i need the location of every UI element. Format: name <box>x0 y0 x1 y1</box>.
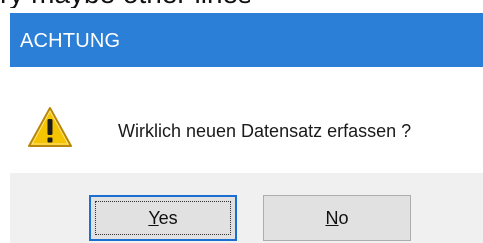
yes-accelerator: Y <box>148 208 159 228</box>
warning-icon <box>28 107 72 147</box>
dialog-title: ACHTUNG <box>20 30 121 52</box>
dialog-body: Wirklich neuen Datensatz erfassen ? <box>10 67 483 173</box>
dialog-button-bar: Yes No <box>10 173 483 243</box>
clipped-background-text: ry maybe other lines <box>0 0 250 8</box>
yes-button-label: Yes <box>148 208 177 228</box>
no-label-rest: o <box>338 208 349 228</box>
clipped-text: ry maybe other lines <box>0 0 250 8</box>
dialog-titlebar[interactable]: ACHTUNG <box>10 13 483 67</box>
screenshot-canvas: ry maybe other lines ACHTUNG Wirklich ne… <box>0 0 483 243</box>
yes-label-rest: es <box>158 208 178 228</box>
message-dialog: ACHTUNG Wirklich neuen Datensatz erfasse… <box>10 13 483 243</box>
no-button[interactable]: No <box>263 195 411 241</box>
no-button-label: No <box>325 208 348 228</box>
no-accelerator: N <box>325 208 339 228</box>
yes-button[interactable]: Yes <box>89 195 237 241</box>
dialog-message: Wirklich neuen Datensatz erfassen ? <box>118 121 412 141</box>
